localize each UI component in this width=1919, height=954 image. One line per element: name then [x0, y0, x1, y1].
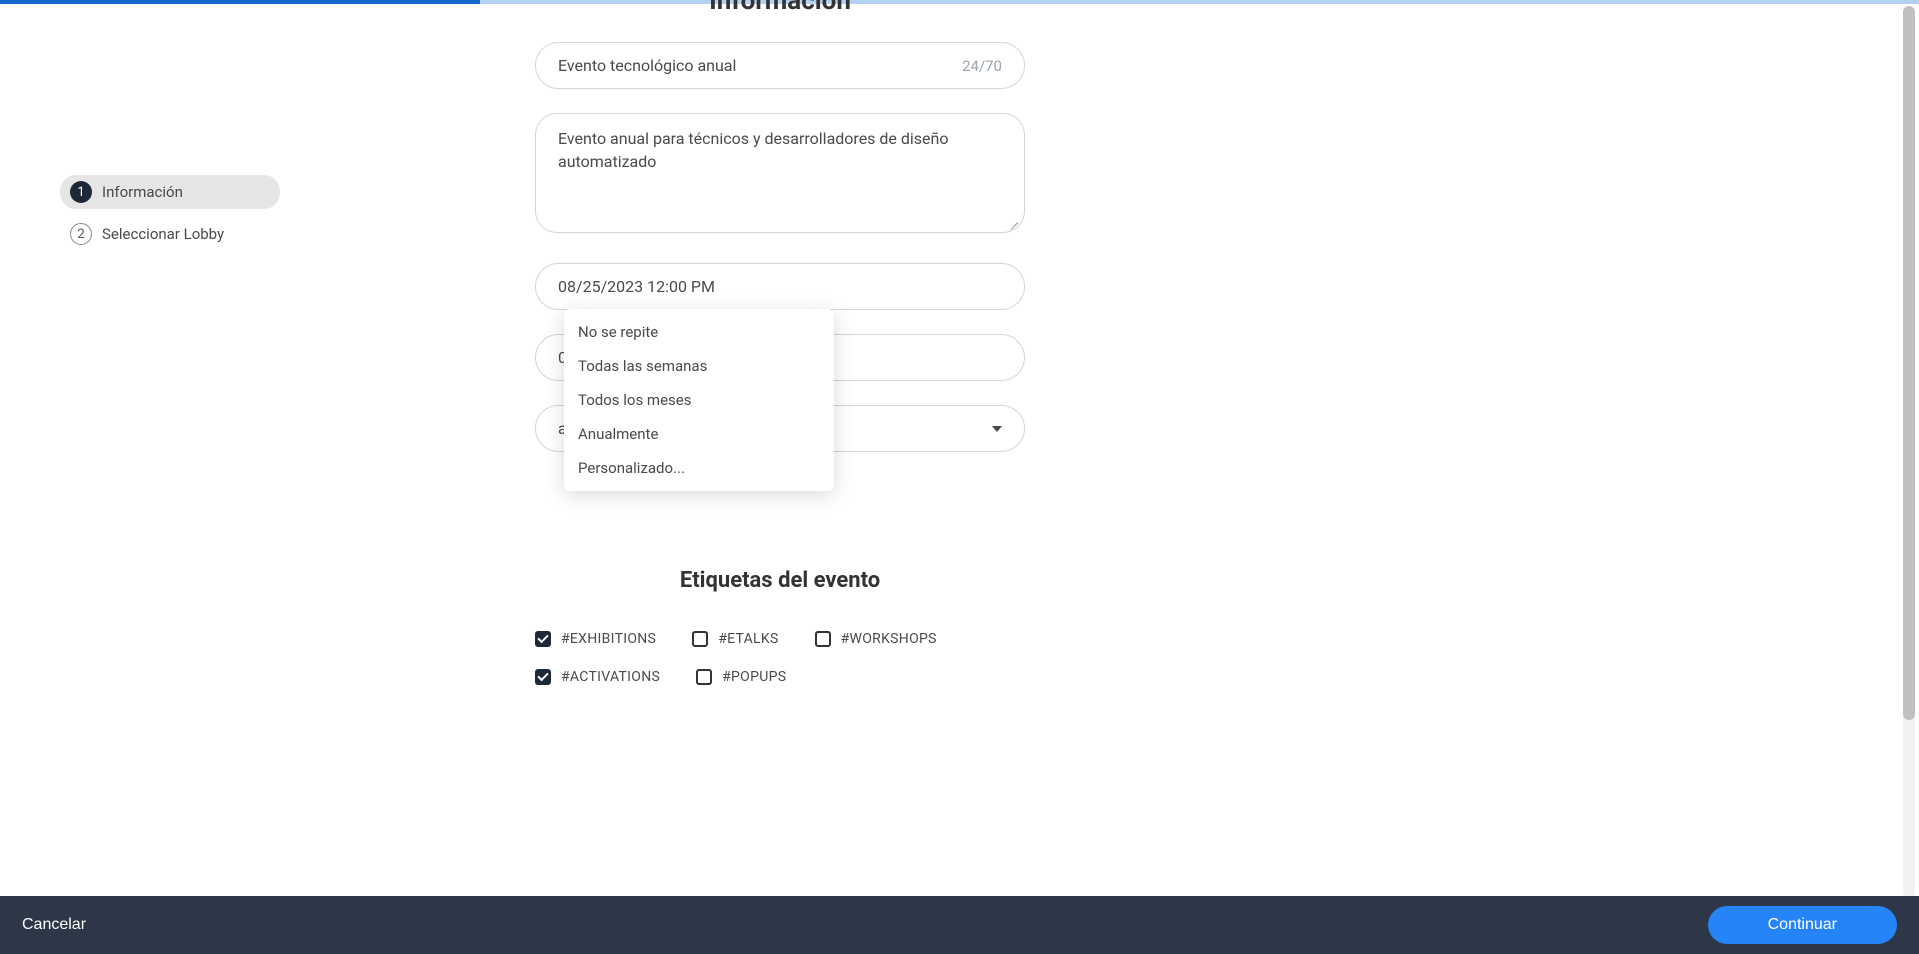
chevron-down-icon: [992, 426, 1002, 432]
repeat-dropdown-menu: No se repite Todas las semanas Todos los…: [564, 309, 834, 491]
tag-label-workshops: #WORKSHOPS: [841, 631, 937, 647]
scrollbar-thumb[interactable]: [1903, 6, 1915, 720]
checkbox-activations: [535, 669, 551, 685]
step-number-2: 2: [70, 223, 92, 245]
tag-exhibitions[interactable]: #EXHIBITIONS: [535, 631, 656, 647]
footer-bar: Cancelar Continuar: [0, 896, 1919, 954]
section-title-informacion: Información: [535, 0, 1025, 16]
checkbox-workshops: [815, 631, 831, 647]
checkbox-popups: [696, 669, 712, 685]
sidebar-steps: 1 Información 2 Seleccionar Lobby: [60, 175, 280, 259]
event-description-field[interactable]: Evento anual para técnicos y desarrollad…: [535, 113, 1025, 233]
event-title-field[interactable]: Evento tecnológico anual 24/70: [535, 42, 1025, 89]
tag-popups[interactable]: #POPUPS: [696, 669, 786, 685]
checkbox-etalks: [692, 631, 708, 647]
tag-workshops[interactable]: #WORKSHOPS: [815, 631, 937, 647]
tag-label-etalks: #ETALKS: [718, 631, 778, 647]
event-title-value: Evento tecnológico anual: [558, 56, 952, 75]
step-number-1: 1: [70, 181, 92, 203]
start-datetime-field[interactable]: 08/25/2023 12:00 PM: [535, 263, 1025, 310]
tag-etalks[interactable]: #ETALKS: [692, 631, 778, 647]
char-counter: 24/70: [962, 57, 1002, 75]
tag-label-activations: #ACTIVATIONS: [561, 669, 660, 685]
step-label-lobby: Seleccionar Lobby: [102, 225, 224, 243]
step-seleccionar-lobby[interactable]: 2 Seleccionar Lobby: [60, 217, 280, 251]
tag-activations[interactable]: #ACTIVATIONS: [535, 669, 660, 685]
step-label-informacion: Información: [102, 183, 183, 201]
tags-row-1: #EXHIBITIONS #ETALKS #WORKSHOPS: [500, 631, 1060, 647]
progress-fill: [0, 0, 480, 4]
tags-title: Etiquetas del evento: [500, 568, 1060, 593]
main-form: Información Evento tecnológico anual 24/…: [535, 0, 1025, 707]
checkbox-exhibitions: [535, 631, 551, 647]
tags-section: Etiquetas del evento #EXHIBITIONS #ETALK…: [500, 568, 1060, 685]
repeat-option-none[interactable]: No se repite: [564, 315, 834, 349]
tags-row-2: #ACTIVATIONS #POPUPS: [500, 669, 1060, 685]
repeat-option-weekly[interactable]: Todas las semanas: [564, 349, 834, 383]
continue-button[interactable]: Continuar: [1708, 906, 1897, 944]
repeat-option-custom[interactable]: Personalizado...: [564, 451, 834, 485]
start-datetime-value: 08/25/2023 12:00 PM: [558, 277, 1002, 296]
repeat-option-monthly[interactable]: Todos los meses: [564, 383, 834, 417]
tag-label-exhibitions: #EXHIBITIONS: [561, 631, 656, 647]
tag-label-popups: #POPUPS: [722, 669, 786, 685]
step-informacion[interactable]: 1 Información: [60, 175, 280, 209]
scrollbar[interactable]: [1903, 6, 1915, 898]
event-description-value: Evento anual para técnicos y desarrollad…: [558, 127, 1002, 219]
repeat-option-yearly[interactable]: Anualmente: [564, 417, 834, 451]
cancel-button[interactable]: Cancelar: [22, 916, 86, 934]
resize-handle-icon[interactable]: [1006, 214, 1018, 226]
